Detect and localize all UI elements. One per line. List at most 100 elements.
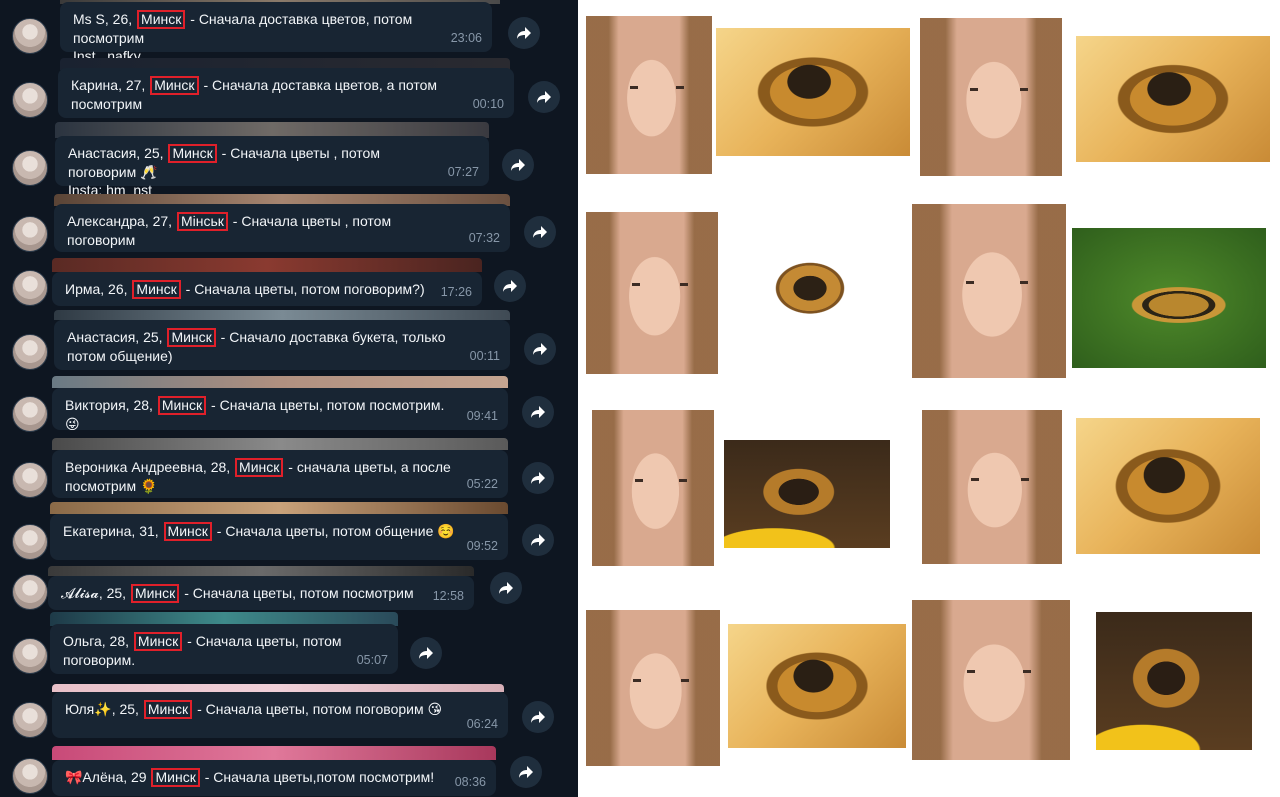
- message-bubble[interactable]: Виктория, 28, Минск - Сначала цветы, пот…: [52, 388, 508, 432]
- message-row: Ирма, 26, Минск - Сначала цветы, потом п…: [0, 258, 578, 308]
- face-photo: [912, 600, 1070, 760]
- forward-button[interactable]: [524, 333, 556, 365]
- message-row: Ольга, 28, Минск - Сначала цветы, потом …: [0, 612, 578, 676]
- city-highlight: Минск: [163, 522, 212, 541]
- forward-arrow-icon: [519, 766, 533, 778]
- forward-button[interactable]: [528, 81, 560, 113]
- forward-arrow-icon: [531, 472, 545, 484]
- avatar[interactable]: [12, 150, 48, 186]
- city-highlight: Минск: [132, 280, 181, 299]
- forward-button[interactable]: [524, 216, 556, 248]
- message-time: 07:27: [447, 165, 479, 179]
- face-photo: [586, 16, 712, 174]
- forward-button[interactable]: [502, 149, 534, 181]
- city-highlight: Минск: [143, 700, 193, 719]
- emoji: 😘: [427, 701, 443, 717]
- message-row: Вероника Андреевна, 28, Минск - сначала …: [0, 438, 578, 498]
- emoji: 🥂: [140, 164, 158, 180]
- avatar[interactable]: [12, 396, 48, 432]
- message-bubble[interactable]: Ms S, 26, Минск - Сначала доставка цвето…: [60, 2, 492, 64]
- avatar[interactable]: [12, 574, 48, 610]
- message-time: 23:06: [450, 31, 482, 45]
- avatar[interactable]: [12, 462, 48, 498]
- sender-name: 𝓐𝓵𝓲𝓼𝓪, 25,: [61, 585, 127, 601]
- message-bubble[interactable]: Анастасия, 25, Минск - Сначало доставка …: [54, 320, 510, 370]
- chat-panel: Ms S, 26, Минск - Сначала доставка цвето…: [0, 0, 578, 797]
- avatar[interactable]: [12, 82, 48, 118]
- message-bubble[interactable]: Карина, 27, Минск - Сначала доставка цве…: [58, 68, 514, 118]
- message-text: - Сначала цветы, потом посмотрим.: [211, 397, 445, 413]
- city-highlight: Мінськ: [176, 212, 228, 231]
- media-preview: [52, 746, 496, 760]
- message-text: - Сначала цветы, потом поговорим: [197, 701, 424, 717]
- forward-arrow-icon: [499, 582, 513, 594]
- forward-arrow-icon: [533, 226, 547, 238]
- message-time: 05:22: [466, 477, 498, 491]
- sender-name: 🎀Алёна, 29: [65, 769, 147, 785]
- forward-button[interactable]: [522, 701, 554, 733]
- city-highlight: Минск: [133, 632, 183, 651]
- media-preview: [48, 566, 474, 576]
- forward-arrow-icon: [531, 711, 545, 723]
- avatar[interactable]: [12, 18, 48, 54]
- sender-name: Анастасия, 25,: [68, 145, 164, 161]
- message-bubble[interactable]: Анастасия, 25, Минск - Сначала цветы , п…: [55, 136, 489, 198]
- message-row: 🎀Алёна, 29 Минск - Сначала цветы,потом п…: [0, 746, 578, 797]
- forward-arrow-icon: [511, 159, 525, 171]
- avatar[interactable]: [12, 758, 48, 794]
- forward-arrow-icon: [517, 27, 531, 39]
- avatar[interactable]: [12, 216, 48, 252]
- avatar[interactable]: [12, 270, 48, 306]
- message-bubble[interactable]: 𝓐𝓵𝓲𝓼𝓪, 25, Минск - Сначала цветы, потом …: [48, 576, 474, 610]
- message-bubble[interactable]: Ирма, 26, Минск - Сначала цветы, потом п…: [52, 272, 482, 306]
- avatar[interactable]: [12, 702, 48, 738]
- avatar[interactable]: [12, 334, 48, 370]
- bee-photo: [732, 236, 888, 352]
- message-time: 06:24: [466, 717, 498, 731]
- forward-button[interactable]: [494, 270, 526, 302]
- message-text: - Сначала цветы, потом общение: [216, 523, 434, 539]
- sender-name: Екатерина, 31,: [63, 523, 159, 539]
- media-preview: [50, 502, 508, 514]
- message-bubble[interactable]: 🎀Алёна, 29 Минск - Сначала цветы,потом п…: [52, 760, 496, 796]
- forward-button[interactable]: [522, 396, 554, 428]
- city-highlight: Минск: [130, 584, 180, 603]
- city-highlight: Минск: [157, 396, 207, 415]
- message-row: Виктория, 28, Минск - Сначала цветы, пот…: [0, 376, 578, 432]
- message-text: - Сначала цветы,потом посмотрим!: [204, 769, 435, 785]
- message-text: - Сначала цветы, потом посмотрим: [184, 585, 414, 601]
- avatar[interactable]: [12, 638, 48, 674]
- message-bubble[interactable]: Екатерина, 31, Минск - Сначала цветы, по…: [50, 514, 508, 560]
- message-row: Екатерина, 31, Минск - Сначала цветы, по…: [0, 502, 578, 562]
- media-preview: [52, 376, 508, 388]
- message-bubble[interactable]: Юля✨, 25, Минск - Сначала цветы, потом п…: [52, 692, 508, 738]
- message-row: 𝓐𝓵𝓲𝓼𝓪, 25, Минск - Сначала цветы, потом …: [0, 566, 578, 614]
- message-time: 07:32: [468, 231, 500, 245]
- message-bubble[interactable]: Александра, 27, Мінськ - Сначала цветы ,…: [54, 204, 510, 252]
- forward-button[interactable]: [410, 637, 442, 669]
- city-highlight: Минск: [150, 76, 199, 95]
- forward-button[interactable]: [508, 17, 540, 49]
- forward-button[interactable]: [522, 462, 554, 494]
- forward-button[interactable]: [490, 572, 522, 604]
- face-photo: [592, 410, 714, 566]
- avatar[interactable]: [12, 524, 48, 560]
- bee-photo: [728, 624, 906, 748]
- face-photo: [920, 18, 1062, 176]
- city-highlight: Минск: [167, 328, 216, 347]
- message-row: Александра, 27, Мінськ - Сначала цветы ,…: [0, 194, 578, 256]
- message-time: 09:52: [466, 539, 498, 553]
- media-preview: [52, 684, 504, 692]
- message-row: Ms S, 26, Минск - Сначала доставка цвето…: [0, 0, 578, 64]
- forward-arrow-icon: [537, 91, 551, 103]
- emoji: 🌻: [140, 478, 158, 494]
- bee-photo: [1076, 36, 1270, 162]
- message-bubble[interactable]: Ольга, 28, Минск - Сначала цветы, потом …: [50, 624, 398, 674]
- forward-button[interactable]: [522, 524, 554, 556]
- city-highlight: Минск: [235, 458, 284, 477]
- message-time: 00:11: [469, 349, 500, 363]
- message-bubble[interactable]: Вероника Андреевна, 28, Минск - сначала …: [52, 450, 508, 498]
- forward-button[interactable]: [510, 756, 542, 788]
- sender-name: Анастасия, 25,: [67, 329, 163, 345]
- sender-name: Ms S, 26,: [73, 11, 133, 27]
